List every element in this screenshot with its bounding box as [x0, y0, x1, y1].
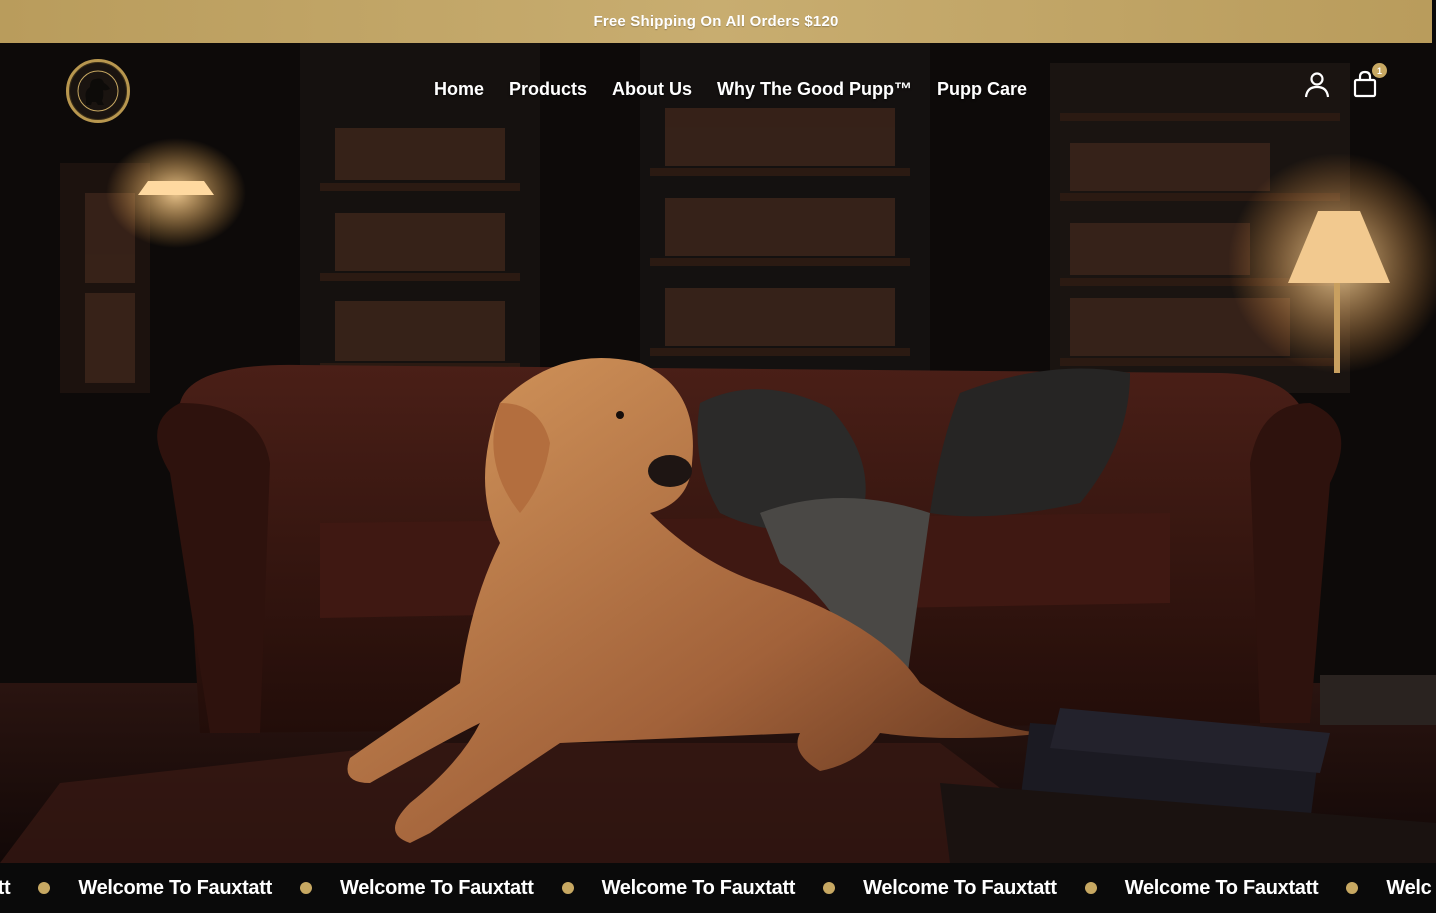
marquee-dot — [561, 882, 574, 894]
nav-home[interactable]: Home — [434, 79, 484, 100]
marquee-dot — [299, 882, 312, 894]
marquee-item: Welcome To Fauxtatt — [78, 876, 272, 899]
marquee-item: Welcome To Fauxtatt — [339, 876, 534, 899]
brand-logo[interactable] — [66, 59, 130, 123]
hero-image — [0, 43, 1436, 863]
marquee-item: Welcome To Fauxtatt — [601, 876, 796, 899]
marquee-dot — [38, 882, 51, 894]
marquee-item: Welcome To Fauxtatt — [863, 876, 1057, 899]
marquee-item: Welc — [1386, 876, 1432, 899]
nav-pupp-care[interactable]: Pupp Care — [937, 79, 1027, 100]
user-icon — [1304, 72, 1330, 98]
main-nav: Home Products About Us Why The Good Pupp… — [434, 79, 1052, 100]
account-button[interactable] — [1302, 70, 1332, 100]
cart-count-badge: 1 — [1372, 63, 1387, 78]
marquee-dot — [823, 882, 836, 894]
marquee-item: Welcome To Fauxtatt — [1124, 876, 1319, 899]
dog-logo-icon — [77, 70, 119, 112]
nav-why-the-good-pupp[interactable]: Why The Good Pupp™ — [717, 79, 912, 100]
announcement-bar: Free Shipping On All Orders $120 — [0, 0, 1432, 43]
nav-about-us[interactable]: About Us — [612, 79, 692, 100]
page: Free Shipping On All Orders $120 Home Pr… — [0, 0, 1436, 913]
marquee-item: Fauxtatt — [0, 876, 11, 899]
marquee-track: Fauxtatt Welcome To Fauxtatt Welcome To … — [0, 863, 1432, 913]
marquee-dot — [1084, 882, 1097, 894]
hero-banner: Home Products About Us Why The Good Pupp… — [0, 43, 1436, 863]
nav-products[interactable]: Products — [509, 79, 587, 100]
announcement-text: Free Shipping On All Orders $120 — [593, 13, 839, 30]
welcome-marquee: Fauxtatt Welcome To Fauxtatt Welcome To … — [0, 863, 1436, 913]
marquee-dot — [1346, 882, 1359, 894]
